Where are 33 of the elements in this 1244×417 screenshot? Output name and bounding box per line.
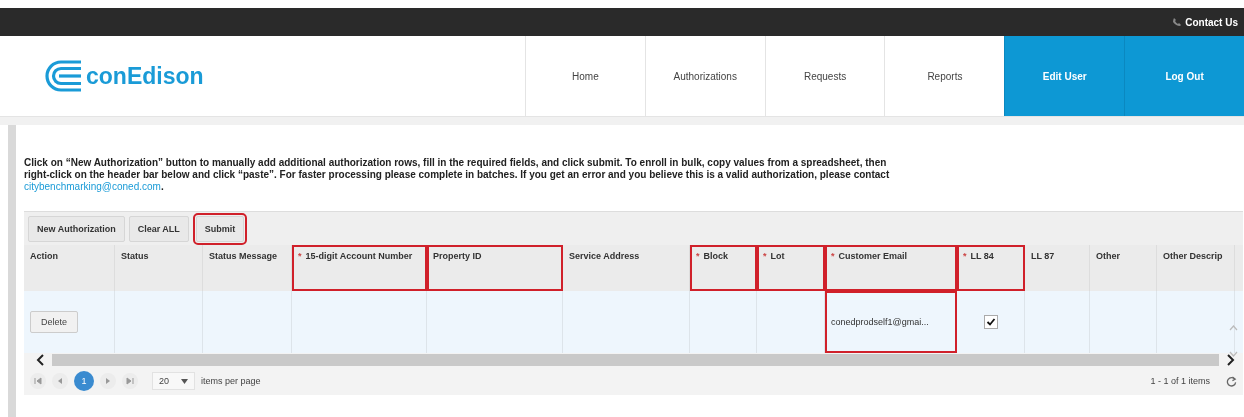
page-button[interactable]: 1 [74, 371, 94, 391]
logo-icon [44, 59, 82, 93]
items-summary: 1 - 1 of 1 items [1150, 376, 1210, 386]
horizontal-scrollbar[interactable] [52, 354, 1219, 366]
nav-item[interactable]: Home [525, 36, 645, 116]
instructions-text: Click on “New Authorization” button to manually add additional authorization rows, fill in the required fields, and click submit. To enroll in bulk, copy values from a spreadsheet, then right-click on the header bar below and click “paste”. For faster processing please complete in batches. If you get an error and you believe this is a valid authorization, please contact citybenchmarking@coned.com. [24, 157, 891, 193]
column-header[interactable]: * Block [690, 245, 757, 291]
last-page-icon[interactable] [122, 373, 138, 389]
toolbar-button[interactable]: New Authorization [28, 216, 125, 242]
column-header[interactable]: * Lot [757, 245, 825, 291]
toolbar-button[interactable]: Submit [195, 216, 245, 242]
column-header[interactable]: * LL 84 [957, 245, 1025, 291]
previous-page-icon[interactable] [52, 373, 68, 389]
column-header[interactable]: * 15-digit Account Number [292, 245, 427, 291]
items-per-page-label: items per page [201, 376, 261, 386]
contact-us-link[interactable]: Contact Us [1172, 16, 1238, 28]
scroll-down-icon[interactable] [1229, 351, 1238, 357]
delete-button[interactable]: Delete [30, 311, 78, 333]
phone-icon [1172, 17, 1183, 27]
column-header[interactable]: Property ID [427, 245, 563, 291]
toolbar-button[interactable]: Clear ALL [128, 216, 189, 242]
checkbox[interactable] [983, 315, 998, 329]
refresh-icon[interactable] [1226, 375, 1237, 387]
column-header[interactable]: * Customer Email [825, 245, 957, 291]
page-size-dropdown[interactable]: 20 [152, 372, 195, 390]
scroll-right-icon[interactable] [1225, 354, 1235, 366]
next-page-icon[interactable] [100, 373, 116, 389]
nav-item[interactable]: Authorizations [644, 36, 765, 116]
nav-item[interactable]: Requests [764, 36, 885, 116]
scroll-left-icon[interactable] [36, 354, 46, 366]
caret-icon[interactable] [181, 378, 188, 384]
table-cell: conedprodself1@gmai... [825, 291, 957, 353]
first-page-icon[interactable] [30, 373, 46, 389]
